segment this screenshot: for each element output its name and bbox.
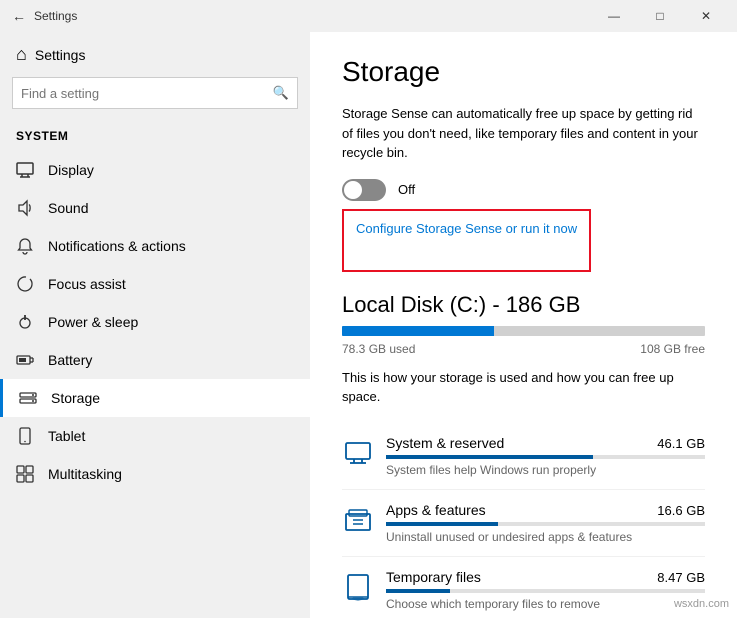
storage-item-apps[interactable]: Apps & features 16.6 GB Uninstall unused… <box>342 490 705 557</box>
storage-sense-description: Storage Sense can automatically free up … <box>342 104 705 163</box>
titlebar-left: ← Settings <box>12 8 77 24</box>
configure-link-container: Configure Storage Sense or run it now <box>342 209 591 272</box>
sidebar-item-label-power: Power & sleep <box>48 314 138 330</box>
system-name: System & reserved <box>386 435 504 451</box>
temp-storage-icon <box>342 571 374 603</box>
sidebar-section-label: System <box>0 125 310 151</box>
sidebar-item-storage[interactable]: Storage <box>0 379 310 417</box>
content-area: Storage Storage Sense can automatically … <box>310 32 737 618</box>
home-icon: ⌂ <box>16 44 27 65</box>
system-bar-fill <box>386 455 593 459</box>
focus-icon <box>16 275 34 293</box>
disk-bar-used <box>342 326 494 336</box>
sidebar-item-label-multitasking: Multitasking <box>48 466 122 482</box>
disk-stats: 78.3 GB used 108 GB free <box>342 342 705 356</box>
multitasking-icon <box>16 465 34 483</box>
search-box[interactable]: 🔍 <box>12 77 298 109</box>
temp-size: 8.47 GB <box>657 570 705 585</box>
apps-storage-info: Apps & features 16.6 GB Uninstall unused… <box>386 502 705 544</box>
sidebar-item-display[interactable]: Display <box>0 151 310 189</box>
sidebar: ⌂ Settings 🔍 System Display Sound Notifi… <box>0 32 310 618</box>
sidebar-item-focus[interactable]: Focus assist <box>0 265 310 303</box>
sound-icon <box>16 199 34 217</box>
system-sub: System files help Windows run properly <box>386 463 705 477</box>
tablet-icon <box>16 427 34 445</box>
temp-storage-info: Temporary files 8.47 GB Choose which tem… <box>386 569 705 611</box>
titlebar-controls: — □ ✕ <box>591 0 729 32</box>
watermark: wsxdn.com <box>674 598 729 610</box>
sidebar-item-tablet[interactable]: Tablet <box>0 417 310 455</box>
configure-storage-sense-link[interactable]: Configure Storage Sense or run it now <box>344 211 589 246</box>
sidebar-item-label-storage: Storage <box>51 390 100 406</box>
disk-used: 78.3 GB used <box>342 342 415 356</box>
titlebar: ← Settings — □ ✕ <box>0 0 737 32</box>
sidebar-home[interactable]: ⌂ Settings <box>0 32 310 77</box>
disk-free: 108 GB free <box>640 342 705 356</box>
page-title: Storage <box>342 56 705 88</box>
apps-name: Apps & features <box>386 502 486 518</box>
notifications-icon <box>16 237 34 255</box>
storage-sense-toggle[interactable] <box>342 179 386 201</box>
system-storage-info: System & reserved 46.1 GB System files h… <box>386 435 705 477</box>
display-icon <box>16 161 34 179</box>
storage-item-temp[interactable]: Temporary files 8.47 GB Choose which tem… <box>342 557 705 618</box>
search-input[interactable] <box>21 86 273 101</box>
home-label: Settings <box>35 47 86 63</box>
sidebar-item-multitasking[interactable]: Multitasking <box>0 455 310 493</box>
sidebar-item-label-focus: Focus assist <box>48 276 126 292</box>
temp-bar <box>386 589 705 593</box>
maximize-button[interactable]: □ <box>637 0 683 32</box>
storage-item-system[interactable]: System & reserved 46.1 GB System files h… <box>342 423 705 490</box>
titlebar-title: Settings <box>34 9 77 23</box>
system-storage-icon <box>342 437 374 469</box>
temp-header: Temporary files 8.47 GB <box>386 569 705 585</box>
storage-icon <box>19 389 37 407</box>
sidebar-item-label-sound: Sound <box>48 200 88 216</box>
apps-size: 16.6 GB <box>657 503 705 518</box>
close-button[interactable]: ✕ <box>683 0 729 32</box>
apps-bar <box>386 522 705 526</box>
temp-name: Temporary files <box>386 569 481 585</box>
sidebar-item-label-notifications: Notifications & actions <box>48 238 186 254</box>
apps-header: Apps & features 16.6 GB <box>386 502 705 518</box>
minimize-button[interactable]: — <box>591 0 637 32</box>
back-icon[interactable]: ← <box>12 8 26 24</box>
search-icon: 🔍 <box>273 85 289 101</box>
apps-sub: Uninstall unused or undesired apps & fea… <box>386 530 705 544</box>
temp-sub: Choose which temporary files to remove <box>386 597 705 611</box>
apps-storage-icon <box>342 504 374 536</box>
temp-bar-fill <box>386 589 450 593</box>
disk-description: This is how your storage is used and how… <box>342 368 705 407</box>
system-size: 46.1 GB <box>657 436 705 451</box>
storage-sense-toggle-row: Off <box>342 179 705 201</box>
sidebar-item-label-tablet: Tablet <box>48 428 85 444</box>
storage-items-list: System & reserved 46.1 GB System files h… <box>342 423 705 618</box>
sidebar-item-label-display: Display <box>48 162 94 178</box>
system-header: System & reserved 46.1 GB <box>386 435 705 451</box>
sidebar-item-sound[interactable]: Sound <box>0 189 310 227</box>
disk-bar <box>342 326 705 336</box>
toggle-knob <box>344 181 362 199</box>
sidebar-item-power[interactable]: Power & sleep <box>0 303 310 341</box>
sidebar-nav: Display Sound Notifications & actions Fo… <box>0 151 310 493</box>
disk-title: Local Disk (C:) - 186 GB <box>342 292 705 318</box>
power-icon <box>16 313 34 331</box>
sidebar-item-label-battery: Battery <box>48 352 92 368</box>
sidebar-item-notifications[interactable]: Notifications & actions <box>0 227 310 265</box>
toggle-label: Off <box>398 182 415 197</box>
battery-icon <box>16 351 34 369</box>
apps-bar-fill <box>386 522 498 526</box>
main-container: ⌂ Settings 🔍 System Display Sound Notifi… <box>0 32 737 618</box>
sidebar-item-battery[interactable]: Battery <box>0 341 310 379</box>
system-bar <box>386 455 705 459</box>
